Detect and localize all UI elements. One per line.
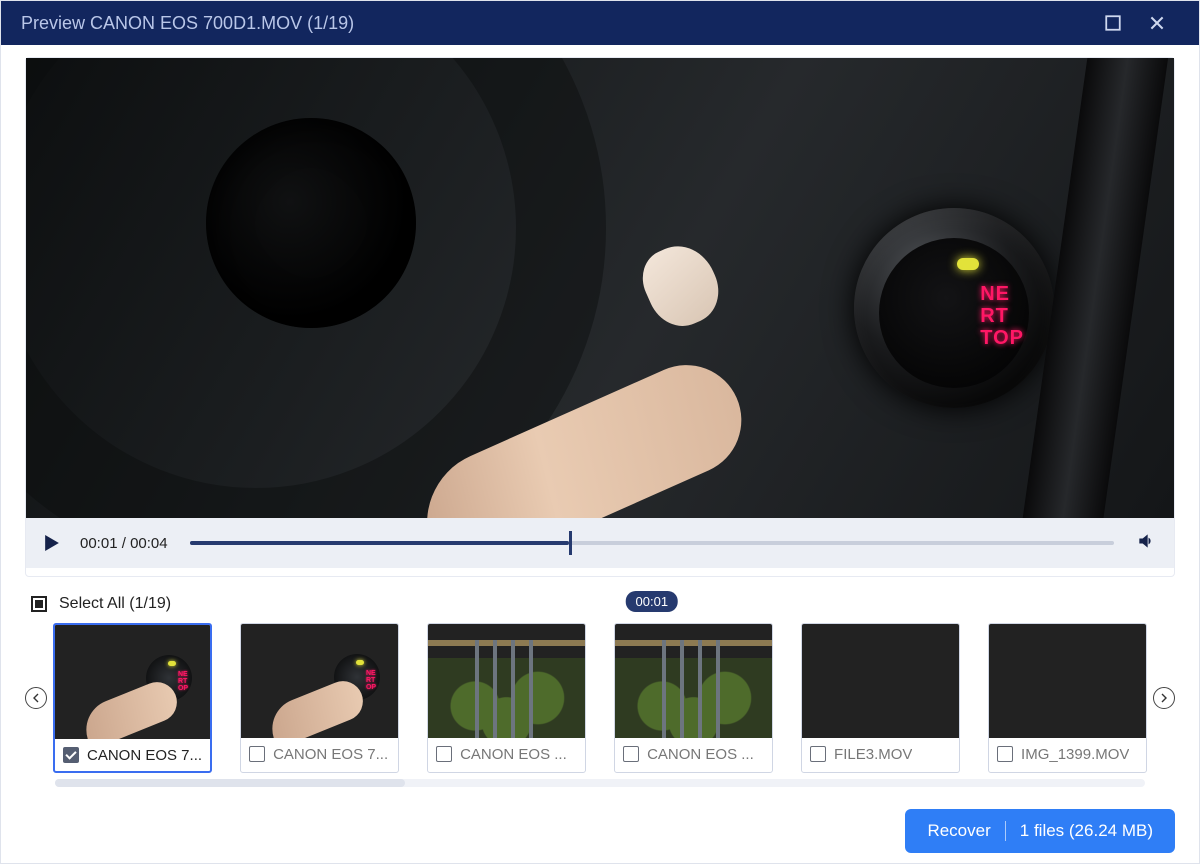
thumbnail-checkbox[interactable] (436, 746, 452, 762)
select-all-count: (1/19) (129, 595, 171, 613)
thumbnail-image: NERTOP (241, 624, 398, 738)
thumbnail-checkbox[interactable] (997, 746, 1013, 762)
thumbnail-item[interactable]: IMG_1399.MOV (988, 623, 1147, 773)
video-panel: NE RT TOP 00:01 / 00:04 (25, 57, 1175, 577)
close-button[interactable] (1135, 1, 1179, 45)
thumbnail-image: NERTOP (55, 625, 210, 739)
thumbnail-name: CANON EOS ... (647, 746, 754, 763)
thumbnail-checkbox[interactable] (63, 747, 79, 763)
maximize-icon (1104, 14, 1122, 32)
play-button[interactable] (44, 535, 60, 551)
thumbnail-name: CANON EOS 7... (273, 746, 388, 763)
content: NE RT TOP 00:01 / 00:04 (1, 45, 1199, 864)
cup-holder (206, 118, 416, 328)
preview-window: Preview CANON EOS 700D1.MOV (1/19) NE RT (0, 0, 1200, 864)
chevron-left-icon (31, 693, 41, 703)
thumbnail-name: IMG_1399.MOV (1021, 746, 1129, 763)
thumbnail-checkbox[interactable] (623, 746, 639, 762)
engine-text-line1: NE (980, 283, 1024, 305)
time-display: 00:01 / 00:04 (80, 535, 168, 552)
maximize-button[interactable] (1091, 1, 1135, 45)
duration-time: 00:04 (130, 535, 168, 552)
titlebar: Preview CANON EOS 700D1.MOV (1/19) (1, 1, 1199, 45)
thumbnail-checkbox[interactable] (249, 746, 265, 762)
thumbnail-caption: CANON EOS 7... (241, 738, 398, 770)
recover-button[interactable]: Recover 1 files (26.24 MB) (905, 809, 1175, 853)
select-all-row[interactable]: Select All (1/19) (31, 595, 1169, 613)
thumbnail-strip[interactable]: NERTOP CANON EOS 7... NERTOP CANON EOS 7...… (47, 623, 1153, 773)
thumbnail-image (428, 624, 585, 738)
window-title: Preview CANON EOS 700D1.MOV (1/19) (21, 13, 1091, 34)
thumbnail-caption: CANON EOS ... (428, 738, 585, 770)
thumbnail-image (615, 624, 772, 738)
thumbs-scrollbar[interactable] (55, 779, 1145, 787)
thumbnail-caption: CANON EOS ... (615, 738, 772, 770)
footer: Recover 1 files (26.24 MB) (25, 809, 1175, 853)
recover-separator (1005, 821, 1006, 841)
thumbnail-item[interactable]: CANON EOS ... (427, 623, 586, 773)
thumbnail-image (802, 624, 959, 738)
player-controls: 00:01 / 00:04 00:01 (26, 518, 1174, 568)
thumbnail-item[interactable]: CANON EOS ... (614, 623, 773, 773)
thumbnail-row: NERTOP CANON EOS 7... NERTOP CANON EOS 7...… (25, 623, 1175, 773)
seek-filled (190, 541, 569, 545)
engine-text-line2: RT (980, 305, 1024, 327)
engine-button-led (957, 258, 979, 270)
thumbnail-checkbox[interactable] (810, 746, 826, 762)
thumbnail-name: CANON EOS 7... (87, 747, 202, 764)
current-time: 00:01 (80, 535, 118, 552)
thumbnail-caption: IMG_1399.MOV (989, 738, 1146, 770)
video-scene: NE RT TOP (26, 58, 1174, 518)
engine-text-line3: TOP (980, 327, 1024, 349)
thumbnail-item[interactable]: FILE3.MOV (801, 623, 960, 773)
thumbnail-name: FILE3.MOV (834, 746, 912, 763)
select-all-checkbox[interactable] (31, 596, 47, 612)
thumbs-next-button[interactable] (1153, 687, 1175, 709)
seek-head[interactable] (569, 531, 572, 555)
volume-icon (1136, 531, 1156, 551)
seek-tooltip: 00:01 (626, 591, 679, 612)
volume-button[interactable] (1136, 531, 1156, 556)
thumbnail-item[interactable]: NERTOP CANON EOS 7... (240, 623, 399, 773)
thumbs-prev-button[interactable] (25, 687, 47, 709)
engine-button-text: NE RT TOP (980, 283, 1024, 349)
seek-track[interactable]: 00:01 (190, 541, 1114, 545)
video-frame[interactable]: NE RT TOP (26, 58, 1174, 518)
select-all-label: Select All (59, 595, 125, 613)
thumbnail-caption: CANON EOS 7... (55, 739, 210, 771)
chevron-right-icon (1159, 693, 1169, 703)
thumbnail-item[interactable]: NERTOP CANON EOS 7... (53, 623, 212, 773)
thumbnail-name: CANON EOS ... (460, 746, 567, 763)
recover-summary: 1 files (26.24 MB) (1020, 821, 1153, 841)
thumbnail-image (989, 624, 1146, 738)
thumbnail-caption: FILE3.MOV (802, 738, 959, 770)
close-icon (1148, 14, 1166, 32)
recover-label: Recover (927, 821, 990, 841)
